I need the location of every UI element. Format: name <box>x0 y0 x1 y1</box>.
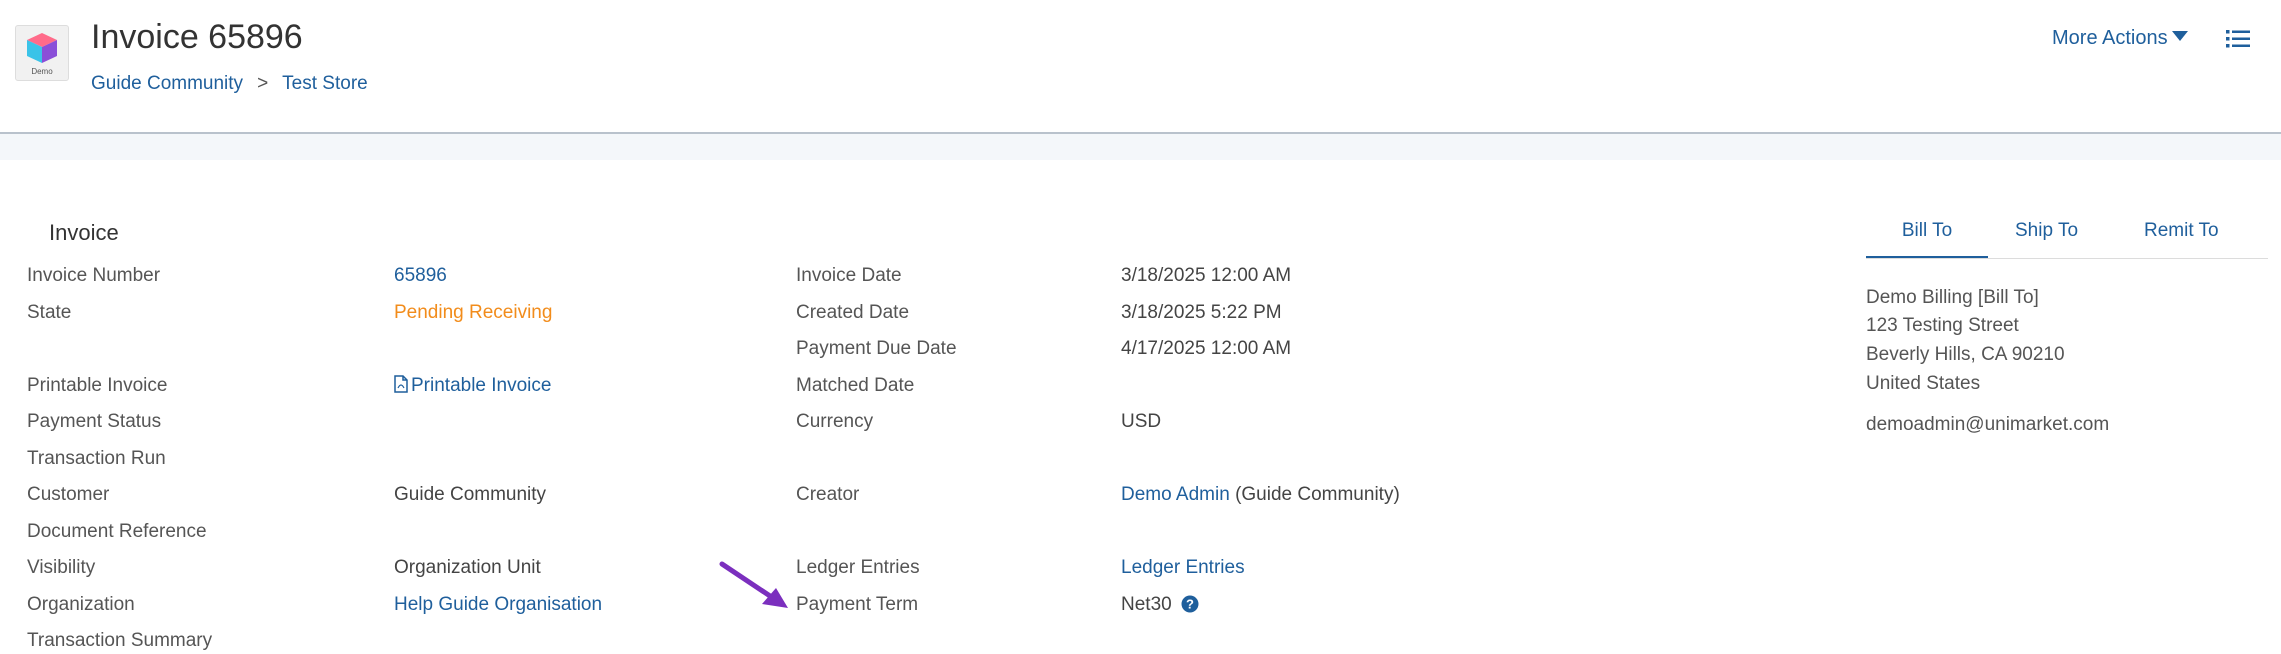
label-matched-date: Matched Date <box>796 375 915 396</box>
label-payment-status: Payment Status <box>27 411 162 432</box>
currency-value: USD <box>1121 411 1162 432</box>
label-payment-term: Payment Term <box>796 594 919 615</box>
address-email: demoadmin@unimarket.com <box>1866 414 2110 435</box>
creator-link[interactable]: Demo Admin <box>1121 484 1230 505</box>
list-icon[interactable] <box>2226 28 2250 50</box>
organization-link[interactable]: Help Guide Organisation <box>394 593 602 617</box>
more-actions-label: More Actions <box>2052 27 2168 49</box>
label-invoice-number: Invoice Number <box>27 265 161 286</box>
label-state: State <box>27 302 72 323</box>
payment-term-value: Net30 ? <box>1121 593 1199 617</box>
label-transaction-run: Transaction Run <box>27 448 166 469</box>
tab-ship-to[interactable]: Ship To <box>2015 220 2078 242</box>
header-band <box>0 134 2281 160</box>
payment-term-text: Net30 <box>1121 594 1172 615</box>
address-line-4: United States <box>1866 373 1981 394</box>
label-created-date: Created Date <box>796 302 910 323</box>
breadcrumb-guide-community[interactable]: Guide Community <box>91 73 243 94</box>
svg-text:?: ? <box>1186 597 1194 612</box>
label-currency: Currency <box>796 411 874 432</box>
label-payment-due-date: Payment Due Date <box>796 338 957 359</box>
page-title: Invoice 65896 <box>91 18 303 56</box>
customer-value: Guide Community <box>394 484 547 505</box>
breadcrumb-test-store[interactable]: Test Store <box>282 73 368 94</box>
label-transaction-summary: Transaction Summary <box>27 630 213 651</box>
ledger-entries-link[interactable]: Ledger Entries <box>1121 556 1245 580</box>
label-invoice-date: Invoice Date <box>796 265 902 286</box>
address-line-3: Beverly Hills, CA 90210 <box>1866 344 2065 365</box>
section-title: Invoice <box>49 220 119 245</box>
breadcrumb: Guide Community > Test Store <box>91 73 368 95</box>
cube-icon <box>27 33 57 63</box>
pdf-file-icon <box>394 375 408 393</box>
creator-org: (Guide Community) <box>1235 484 1400 505</box>
annotation-arrow-icon <box>719 561 788 608</box>
caret-down-icon <box>2171 31 2188 41</box>
invoice-date-value: 3/18/2025 12:00 AM <box>1121 265 1292 286</box>
printable-invoice-link[interactable]: Printable Invoice <box>394 374 551 398</box>
label-customer: Customer <box>27 484 110 505</box>
visibility-value: Organization Unit <box>394 557 541 578</box>
address-line-1: Demo Billing [Bill To] <box>1866 287 2039 308</box>
logo-text: Demo <box>31 67 53 76</box>
tab-bill-to[interactable]: Bill To <box>1866 220 1988 258</box>
printable-invoice-label: Printable Invoice <box>411 375 552 396</box>
label-organization: Organization <box>27 594 135 615</box>
label-printable-invoice: Printable Invoice <box>27 375 168 396</box>
created-date-value: 3/18/2025 5:22 PM <box>1121 302 1282 323</box>
address-tabs: Bill To Ship To Remit To <box>1866 210 2268 259</box>
state-value: Pending Receiving <box>394 302 553 323</box>
breadcrumb-separator: > <box>257 73 269 94</box>
page-header: Demo Invoice 65896 Guide Community > Test … <box>0 0 2281 134</box>
creator-value: Demo Admin (Guide Community) <box>1121 483 1400 507</box>
address-line-2: 123 Testing Street <box>1866 315 2019 336</box>
label-visibility: Visibility <box>27 557 96 578</box>
payment-due-date-value: 4/17/2025 12:00 AM <box>1121 338 1292 359</box>
help-icon[interactable]: ? <box>1181 595 1199 613</box>
label-document-reference: Document Reference <box>27 521 207 542</box>
label-creator: Creator <box>796 484 860 505</box>
invoice-number-link[interactable]: 65896 <box>394 264 447 288</box>
tab-remit-to[interactable]: Remit To <box>2144 220 2219 242</box>
more-actions-button[interactable]: More Actions <box>2052 27 2188 50</box>
label-ledger-entries: Ledger Entries <box>796 557 920 578</box>
store-logo: Demo <box>15 25 69 81</box>
